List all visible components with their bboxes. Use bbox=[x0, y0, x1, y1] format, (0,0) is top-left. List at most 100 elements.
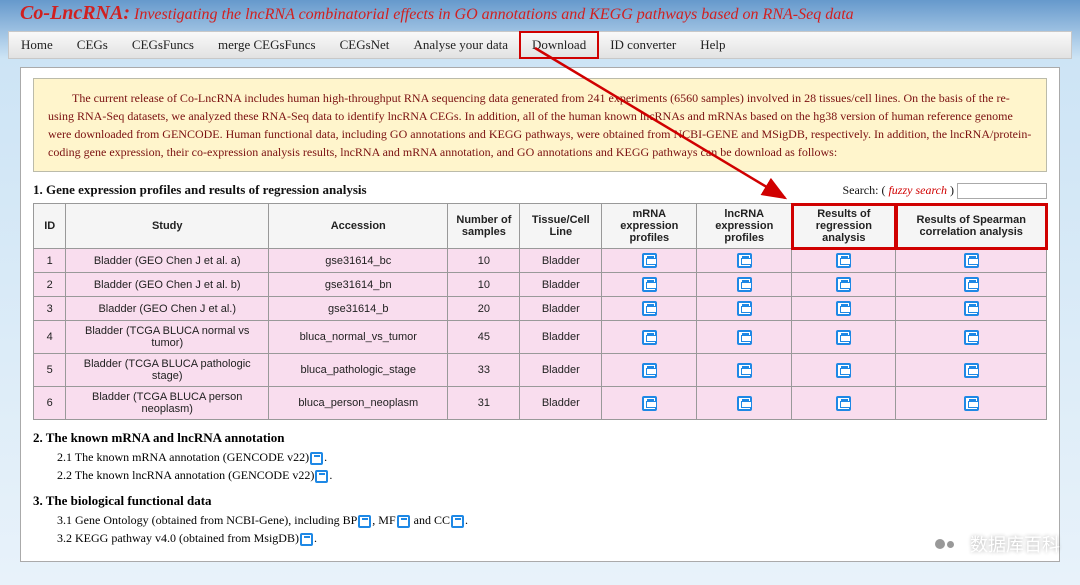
info-box: The current release of Co-LncRNA include… bbox=[33, 78, 1047, 172]
section2-title: 2. The known mRNA and lncRNA annotation bbox=[33, 430, 1047, 446]
table-row: 4Bladder (TCGA BLUCA normal vs tumor)blu… bbox=[34, 321, 1047, 354]
download-mrna-icon[interactable] bbox=[642, 301, 657, 316]
download-lncrna-icon[interactable] bbox=[737, 277, 752, 292]
th-study[interactable]: Study bbox=[66, 204, 269, 249]
th-accession[interactable]: Accession bbox=[269, 204, 448, 249]
nav-download[interactable]: Download bbox=[520, 32, 598, 58]
download-mrna-annotation-icon[interactable] bbox=[310, 452, 323, 465]
download-go-cc-icon[interactable] bbox=[451, 515, 464, 528]
cell-accession: gse31614_b bbox=[269, 297, 448, 321]
download-mrna-icon[interactable] bbox=[642, 396, 657, 411]
cell-num: 31 bbox=[448, 387, 520, 420]
download-regression-icon[interactable] bbox=[836, 396, 851, 411]
cell-id: 1 bbox=[34, 249, 66, 273]
cell-id: 4 bbox=[34, 321, 66, 354]
table-row: 3Bladder (GEO Chen J et al.)gse31614_b20… bbox=[34, 297, 1047, 321]
cell-id: 6 bbox=[34, 387, 66, 420]
cell-study: Bladder (TCGA BLUCA normal vs tumor) bbox=[66, 321, 269, 354]
cell-tissue: Bladder bbox=[520, 321, 602, 354]
download-spearman-icon[interactable] bbox=[964, 253, 979, 268]
search-input[interactable] bbox=[957, 183, 1047, 199]
nav-cegsfuncs[interactable]: CEGsFuncs bbox=[120, 32, 206, 58]
fuzzy-search-link[interactable]: fuzzy search bbox=[885, 183, 950, 197]
cell-id: 5 bbox=[34, 354, 66, 387]
download-spearman-icon[interactable] bbox=[964, 363, 979, 378]
cell-accession: gse31614_bn bbox=[269, 273, 448, 297]
section2-item2: 2.2 The known lncRNA annotation (GENCODE… bbox=[57, 468, 1047, 483]
nav-merge-cegsfuncs[interactable]: merge CEGsFuncs bbox=[206, 32, 328, 58]
nav-analyse[interactable]: Analyse your data bbox=[401, 32, 520, 58]
table-row: 6Bladder (TCGA BLUCA person neoplasm)blu… bbox=[34, 387, 1047, 420]
nav-bar: Home CEGs CEGsFuncs merge CEGsFuncs CEGs… bbox=[8, 31, 1072, 59]
download-spearman-icon[interactable] bbox=[964, 330, 979, 345]
download-lncrna-annotation-icon[interactable] bbox=[315, 470, 328, 483]
wechat-icon bbox=[926, 528, 962, 560]
cell-tissue: Bladder bbox=[520, 297, 602, 321]
download-lncrna-icon[interactable] bbox=[737, 253, 752, 268]
cell-study: Bladder (TCGA BLUCA pathologic stage) bbox=[66, 354, 269, 387]
section1-title: 1. Gene expression profiles and results … bbox=[33, 182, 367, 198]
download-lncrna-icon[interactable] bbox=[737, 363, 752, 378]
table-row: 1Bladder (GEO Chen J et al. a)gse31614_b… bbox=[34, 249, 1047, 273]
cell-num: 33 bbox=[448, 354, 520, 387]
page-header: Co-LncRNA: Investigating the lncRNA comb… bbox=[0, 0, 1080, 31]
section3-title: 3. The biological functional data bbox=[33, 493, 1047, 509]
table-row: 5Bladder (TCGA BLUCA pathologic stage)bl… bbox=[34, 354, 1047, 387]
download-mrna-icon[interactable] bbox=[642, 277, 657, 292]
cell-num: 20 bbox=[448, 297, 520, 321]
section2-item1: 2.1 The known mRNA annotation (GENCODE v… bbox=[57, 450, 1047, 465]
cell-num: 45 bbox=[448, 321, 520, 354]
th-lncrna[interactable]: lncRNA expression profiles bbox=[697, 204, 792, 249]
nav-help[interactable]: Help bbox=[688, 32, 737, 58]
download-regression-icon[interactable] bbox=[836, 330, 851, 345]
data-table: ID Study Accession Number of samples Tis… bbox=[33, 203, 1047, 420]
search-area: Search: ( fuzzy search ) bbox=[842, 183, 1047, 199]
download-regression-icon[interactable] bbox=[836, 277, 851, 292]
section3-item2: 3.2 KEGG pathway v4.0 (obtained from Msi… bbox=[57, 531, 1047, 546]
nav-cegs[interactable]: CEGs bbox=[65, 32, 120, 58]
cell-study: Bladder (GEO Chen J et al. a) bbox=[66, 249, 269, 273]
table-row: 2Bladder (GEO Chen J et al. b)gse31614_b… bbox=[34, 273, 1047, 297]
app-name: Co-LncRNA: bbox=[20, 2, 130, 24]
cell-study: Bladder (GEO Chen J et al. b) bbox=[66, 273, 269, 297]
download-kegg-icon[interactable] bbox=[300, 533, 313, 546]
download-mrna-icon[interactable] bbox=[642, 363, 657, 378]
cell-tissue: Bladder bbox=[520, 387, 602, 420]
watermark: 数据库百科 bbox=[926, 528, 1060, 560]
download-spearman-icon[interactable] bbox=[964, 277, 979, 292]
nav-cegsnet[interactable]: CEGsNet bbox=[328, 32, 402, 58]
cell-accession: bluca_normal_vs_tumor bbox=[269, 321, 448, 354]
th-mrna[interactable]: mRNA expression profiles bbox=[602, 204, 697, 249]
cell-id: 3 bbox=[34, 297, 66, 321]
th-tissue[interactable]: Tissue/Cell Line bbox=[520, 204, 602, 249]
cell-accession: bluca_pathologic_stage bbox=[269, 354, 448, 387]
cell-id: 2 bbox=[34, 273, 66, 297]
download-spearman-icon[interactable] bbox=[964, 301, 979, 316]
nav-id-converter[interactable]: ID converter bbox=[598, 32, 688, 58]
download-lncrna-icon[interactable] bbox=[737, 301, 752, 316]
download-go-mf-icon[interactable] bbox=[397, 515, 410, 528]
download-mrna-icon[interactable] bbox=[642, 330, 657, 345]
download-lncrna-icon[interactable] bbox=[737, 330, 752, 345]
cell-tissue: Bladder bbox=[520, 249, 602, 273]
search-label-after: ) bbox=[950, 183, 954, 197]
nav-home[interactable]: Home bbox=[9, 32, 65, 58]
cell-tissue: Bladder bbox=[520, 354, 602, 387]
watermark-text: 数据库百科 bbox=[970, 531, 1060, 557]
cell-accession: gse31614_bc bbox=[269, 249, 448, 273]
cell-study: Bladder (GEO Chen J et al.) bbox=[66, 297, 269, 321]
section3-item1: 3.1 Gene Ontology (obtained from NCBI-Ge… bbox=[57, 513, 1047, 528]
download-regression-icon[interactable] bbox=[836, 363, 851, 378]
download-regression-icon[interactable] bbox=[836, 301, 851, 316]
download-lncrna-icon[interactable] bbox=[737, 396, 752, 411]
th-num-samples[interactable]: Number of samples bbox=[448, 204, 520, 249]
download-regression-icon[interactable] bbox=[836, 253, 851, 268]
th-regression[interactable]: Results of regression analysis bbox=[792, 204, 896, 249]
download-spearman-icon[interactable] bbox=[964, 396, 979, 411]
cell-num: 10 bbox=[448, 273, 520, 297]
th-id[interactable]: ID bbox=[34, 204, 66, 249]
download-go-bp-icon[interactable] bbox=[358, 515, 371, 528]
download-mrna-icon[interactable] bbox=[642, 253, 657, 268]
cell-tissue: Bladder bbox=[520, 273, 602, 297]
th-spearman[interactable]: Results of Spearman correlation analysis bbox=[896, 204, 1047, 249]
